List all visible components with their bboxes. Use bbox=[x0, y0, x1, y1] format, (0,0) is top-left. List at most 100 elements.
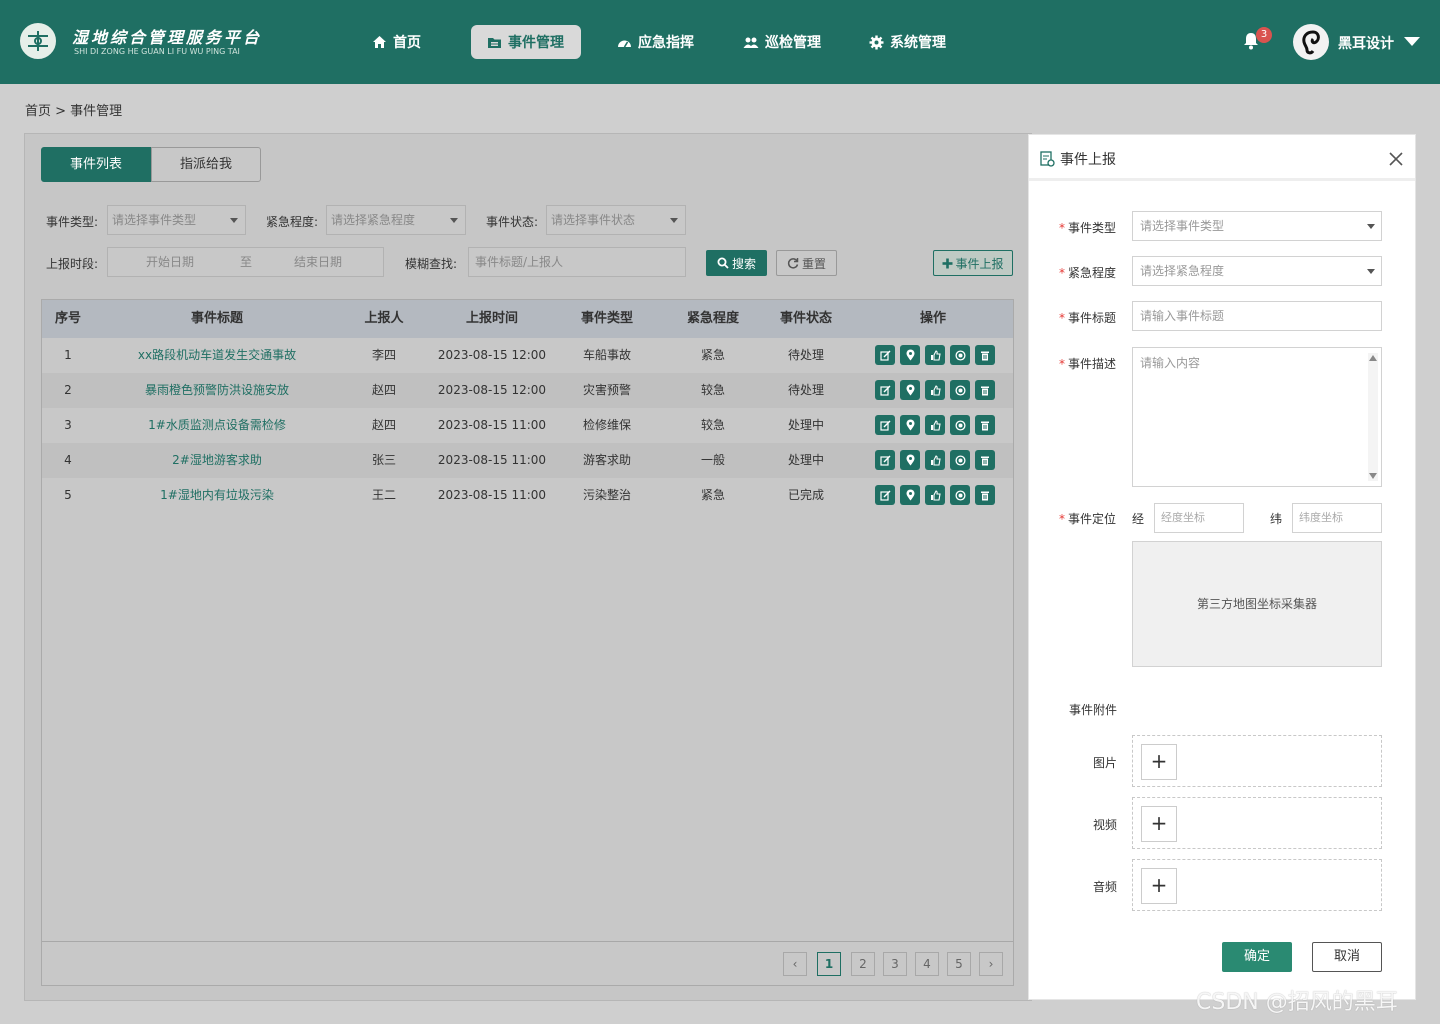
refresh-icon bbox=[787, 258, 799, 269]
cell-title[interactable]: 2#湿地游客求助 bbox=[117, 443, 317, 478]
user-name[interactable]: 黑耳设计 bbox=[1338, 33, 1394, 53]
cell-reporter: 王二 bbox=[371, 488, 396, 502]
page-4[interactable]: 4 bbox=[915, 952, 939, 976]
event-table: 序号 事件标题 上报人 上报时间 事件类型 紧急程度 事件状态 操作 1 xx路段… bbox=[41, 299, 1014, 986]
app-subtitle: SHI DI ZONG HE GUAN LI FU WU PING TAI bbox=[74, 47, 240, 56]
tab-event-list[interactable]: 事件列表 bbox=[41, 147, 151, 182]
audio-upload-button[interactable]: + bbox=[1141, 868, 1177, 904]
latitude-input[interactable]: 纬度坐标 bbox=[1292, 503, 1382, 533]
trash-icon[interactable] bbox=[975, 450, 995, 470]
edit-icon[interactable] bbox=[875, 450, 895, 470]
trash-icon[interactable] bbox=[975, 485, 995, 505]
nav-system-label: 系统管理 bbox=[890, 35, 946, 51]
row-actions bbox=[875, 380, 995, 400]
pagination: ‹ 1 2 3 4 5 › bbox=[783, 952, 1003, 976]
cell-no: 1 bbox=[64, 348, 72, 362]
dialog-desc-textarea[interactable]: 请输入内容 bbox=[1132, 347, 1382, 487]
cell-reporter: 张三 bbox=[371, 453, 396, 467]
longitude-input[interactable]: 经度坐标 bbox=[1154, 503, 1244, 533]
next-page-button[interactable]: › bbox=[979, 952, 1003, 976]
cell-title[interactable]: 暴雨橙色预警防洪设施安放 bbox=[117, 373, 317, 408]
scroll-down-icon[interactable] bbox=[1369, 473, 1377, 479]
nav-home[interactable]: 首页 bbox=[356, 25, 437, 59]
image-upload-button[interactable]: + bbox=[1141, 744, 1177, 780]
page-3[interactable]: 3 bbox=[883, 952, 907, 976]
search-button[interactable]: 搜索 bbox=[706, 250, 767, 276]
confirm-button[interactable]: 确定 bbox=[1222, 942, 1292, 972]
edit-icon[interactable] bbox=[875, 380, 895, 400]
tab-assigned-to-me[interactable]: 指派给我 bbox=[151, 147, 261, 182]
table-header: 序号 事件标题 上报人 上报时间 事件类型 紧急程度 事件状态 操作 bbox=[42, 300, 1013, 338]
date-range-picker[interactable]: 开始日期 至 结束日期 bbox=[107, 247, 384, 277]
view-icon[interactable] bbox=[950, 415, 970, 435]
cell-urgency: 较急 bbox=[700, 383, 725, 397]
avatar[interactable] bbox=[1293, 24, 1329, 60]
row-actions bbox=[875, 450, 995, 470]
prev-page-button[interactable]: ‹ bbox=[783, 952, 807, 976]
textarea-scrollbar[interactable] bbox=[1368, 353, 1378, 481]
start-date-input[interactable]: 开始日期 bbox=[146, 248, 194, 276]
page-2[interactable]: 2 bbox=[851, 952, 875, 976]
table-row: 5 1#湿地内有垃圾污染 王二 2023-08-15 11:00 污染整治 紧急 已完成 bbox=[42, 478, 1013, 513]
nav-emergency-label: 应急指挥 bbox=[638, 35, 694, 51]
nav-event-label: 事件管理 bbox=[508, 35, 564, 51]
close-icon[interactable] bbox=[1389, 152, 1403, 166]
audio-upload-area: + bbox=[1132, 859, 1382, 911]
caret-down-icon[interactable] bbox=[1404, 37, 1420, 46]
trash-icon[interactable] bbox=[975, 380, 995, 400]
cell-time: 2023-08-15 11:00 bbox=[437, 418, 547, 432]
dialog-urgency-select[interactable]: 请选择紧急程度 bbox=[1132, 256, 1382, 286]
dialog-title-input[interactable]: 请输入事件标题 bbox=[1132, 301, 1382, 331]
view-icon[interactable] bbox=[950, 450, 970, 470]
view-icon[interactable] bbox=[950, 380, 970, 400]
location-pin-icon[interactable] bbox=[900, 345, 920, 365]
thumb-up-icon[interactable] bbox=[925, 380, 945, 400]
location-pin-icon[interactable] bbox=[900, 415, 920, 435]
view-icon[interactable] bbox=[950, 345, 970, 365]
location-pin-icon[interactable] bbox=[900, 380, 920, 400]
filter-status-placeholder: 请选择事件状态 bbox=[551, 213, 636, 227]
location-pin-icon[interactable] bbox=[900, 450, 920, 470]
thumb-up-icon[interactable] bbox=[925, 450, 945, 470]
page-5[interactable]: 5 bbox=[947, 952, 971, 976]
cell-title[interactable]: xx路段机动车道发生交通事故 bbox=[117, 338, 317, 373]
page-1[interactable]: 1 bbox=[817, 952, 841, 976]
filter-type-select[interactable]: 请选择事件类型 bbox=[107, 205, 246, 235]
dialog-type-select[interactable]: 请选择事件类型 bbox=[1132, 211, 1382, 241]
location-pin-icon[interactable] bbox=[900, 485, 920, 505]
gear-icon bbox=[869, 35, 884, 49]
reset-button-label: 重置 bbox=[801, 256, 826, 271]
cell-title[interactable]: 1#湿地内有垃圾污染 bbox=[117, 478, 317, 513]
cell-title[interactable]: 1#水质监测点设备需检修 bbox=[117, 408, 317, 443]
filter-status-select[interactable]: 请选择事件状态 bbox=[546, 205, 686, 235]
thumb-up-icon[interactable] bbox=[925, 415, 945, 435]
report-event-button[interactable]: 事件上报 bbox=[933, 250, 1013, 276]
cell-type: 灾害预警 bbox=[582, 383, 631, 397]
event-report-dialog: 事件上报 * 事件类型 请选择事件类型 * 紧急程度 请选择紧急程度 * 事件标题 请… bbox=[1028, 134, 1416, 1000]
map-coordinate-picker[interactable]: 第三方地图坐标采集器 bbox=[1132, 541, 1382, 667]
nav-patrol[interactable]: 巡检管理 bbox=[727, 25, 837, 59]
row-actions bbox=[875, 345, 995, 365]
nav-event-management[interactable]: 事件管理 bbox=[471, 25, 581, 59]
thumb-up-icon[interactable] bbox=[925, 485, 945, 505]
ear-logo-icon bbox=[1302, 30, 1320, 55]
fuzzy-search-input[interactable]: 事件标题/上报人 bbox=[468, 247, 686, 277]
video-upload-button[interactable]: + bbox=[1141, 806, 1177, 842]
edit-icon[interactable] bbox=[875, 345, 895, 365]
thumb-up-icon[interactable] bbox=[925, 345, 945, 365]
dialog-desc-placeholder: 请输入内容 bbox=[1140, 356, 1201, 370]
trash-icon[interactable] bbox=[975, 345, 995, 365]
reset-button[interactable]: 重置 bbox=[776, 250, 837, 276]
edit-icon[interactable] bbox=[875, 485, 895, 505]
edit-icon[interactable] bbox=[875, 415, 895, 435]
nav-system[interactable]: 系统管理 bbox=[853, 25, 962, 59]
filter-urgency-select[interactable]: 请选择紧急程度 bbox=[326, 205, 466, 235]
trash-icon[interactable] bbox=[975, 415, 995, 435]
end-date-input[interactable]: 结束日期 bbox=[294, 248, 342, 276]
cancel-button[interactable]: 取消 bbox=[1312, 942, 1382, 972]
scroll-up-icon[interactable] bbox=[1369, 355, 1377, 361]
cell-time: 2023-08-15 11:00 bbox=[437, 488, 547, 502]
nav-emergency[interactable]: 应急指挥 bbox=[601, 25, 710, 59]
view-icon[interactable] bbox=[950, 485, 970, 505]
row-actions bbox=[875, 415, 995, 435]
